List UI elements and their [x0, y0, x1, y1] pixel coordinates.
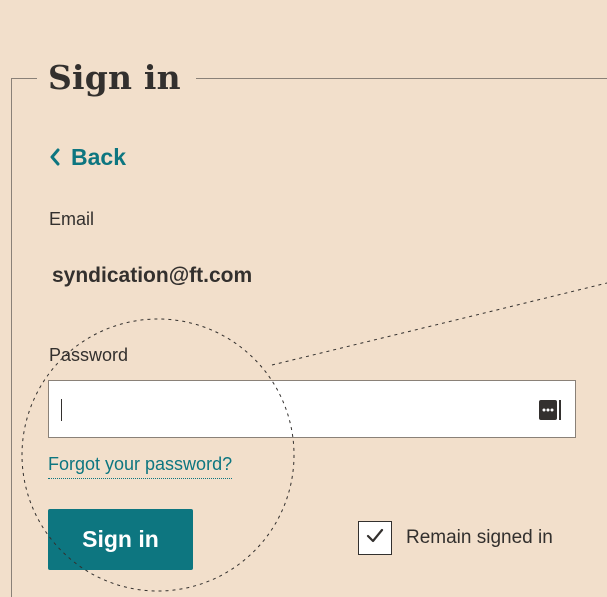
sign-in-button[interactable]: Sign in: [48, 509, 193, 570]
email-value: syndication@ft.com: [52, 264, 253, 287]
fieldset-border-top-right: [196, 78, 607, 79]
password-label: Password: [49, 345, 129, 365]
password-field[interactable]: [48, 380, 576, 438]
remain-signed-in-option[interactable]: Remain signed in: [358, 520, 553, 556]
fieldset-border-left: [11, 78, 12, 597]
back-link-label: Back: [71, 143, 126, 170]
remain-signed-in-checkbox[interactable]: [358, 521, 392, 555]
page-title: Sign in: [48, 58, 181, 97]
remain-signed-in-label: Remain signed in: [406, 527, 553, 548]
sign-in-page: Sign in Back Email syndication@ft.com Pa…: [0, 0, 607, 597]
text-caret: [61, 399, 62, 421]
fieldset-border-top-left: [11, 78, 37, 79]
chevron-left-icon: [49, 148, 61, 166]
checkmark-icon: [365, 527, 385, 550]
back-link[interactable]: Back: [49, 142, 126, 172]
forgot-password-link[interactable]: Forgot your password?: [48, 454, 233, 479]
email-label: Email: [49, 209, 95, 229]
password-autofill-icon[interactable]: [539, 400, 561, 420]
